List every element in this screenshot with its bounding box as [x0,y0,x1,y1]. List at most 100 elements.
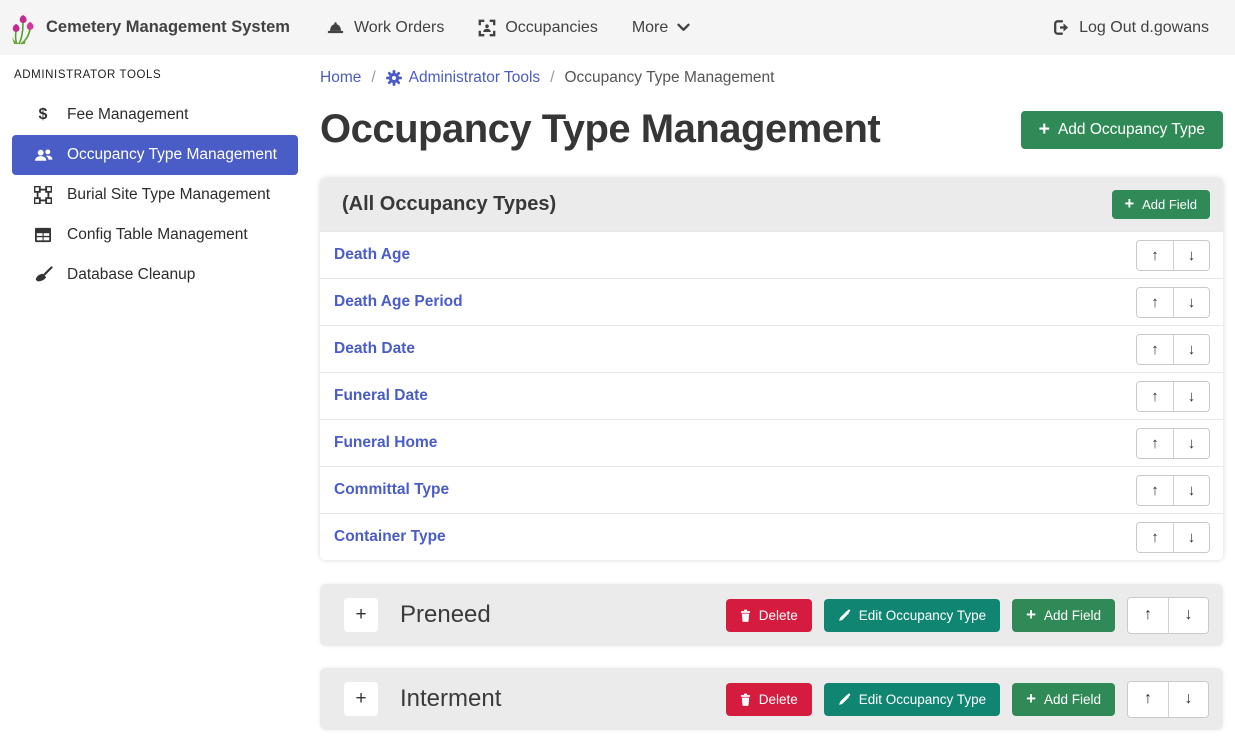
field-row: Death Age ↑ ↓ [320,231,1223,278]
reorder-button-group: ↑ ↓ [1136,334,1210,365]
all-occupancy-types-title: (All Occupancy Types) [342,193,556,216]
plus-icon: + [1026,692,1036,706]
delete-button[interactable]: Delete [726,683,812,716]
nav-occupancies[interactable]: Occupancies [478,19,598,37]
breadcrumb-separator: / [371,69,375,87]
field-link-funeral-date[interactable]: Funeral Date [334,387,428,405]
nav-more[interactable]: More [632,19,690,37]
logout-button[interactable]: Log Out d.gowans [1051,18,1209,37]
field-row: Committal Type ↑ ↓ [320,466,1223,513]
occupancy-type-section-preneed: + Preneed Delete [320,584,1223,646]
reorder-button-group: ↑ ↓ [1127,597,1209,634]
sidebar-item-label: Database Cleanup [67,266,195,284]
add-field-button[interactable]: + Add Field [1112,190,1210,219]
breadcrumb-admin-tools-label: Administrator Tools [409,69,541,87]
sidebar: ADMINISTRATOR TOOLS $ Fee Management Occ… [0,55,310,738]
move-down-button[interactable]: ↓ [1173,288,1209,317]
reorder-button-group: ↑ ↓ [1136,287,1210,318]
move-up-button[interactable]: ↑ [1128,682,1168,717]
reorder-button-group: ↑ ↓ [1136,522,1210,553]
field-link-death-age-period[interactable]: Death Age Period [334,293,463,311]
gear-icon [386,70,402,86]
move-up-button[interactable]: ↑ [1137,382,1173,411]
sidebar-item-config-table-management[interactable]: Config Table Management [12,215,298,255]
nav-work-orders[interactable]: Work Orders [326,19,444,37]
trash-icon [740,693,751,706]
move-down-button[interactable]: ↓ [1173,476,1209,505]
sidebar-item-database-cleanup[interactable]: Database Cleanup [12,255,298,295]
add-field-button[interactable]: + Add Field [1012,683,1115,716]
field-link-funeral-home[interactable]: Funeral Home [334,434,437,452]
move-up-button[interactable]: ↑ [1137,335,1173,364]
field-row: Funeral Date ↑ ↓ [320,372,1223,419]
add-occupancy-type-button[interactable]: + Add Occupancy Type [1021,111,1223,149]
move-up-button[interactable]: ↑ [1137,429,1173,458]
delete-label: Delete [759,692,798,707]
app-title: Cemetery Management System [46,18,290,37]
users-icon [32,147,54,163]
move-up-button[interactable]: ↑ [1137,241,1173,270]
move-up-button[interactable]: ↑ [1137,288,1173,317]
sidebar-item-label: Burial Site Type Management [67,186,270,204]
sidebar-item-burial-site-type-management[interactable]: Burial Site Type Management [12,175,298,215]
field-row: Container Type ↑ ↓ [320,513,1223,560]
occupancy-type-section-interment: + Interment Delete [320,668,1223,730]
dollar-icon: $ [32,106,54,124]
move-up-button[interactable]: ↑ [1137,523,1173,552]
edit-occupancy-type-button[interactable]: Edit Occupancy Type [824,599,1000,632]
delete-button[interactable]: Delete [726,599,812,632]
plus-icon: + [1039,122,1050,138]
sidebar-item-label: Config Table Management [67,226,248,244]
expand-button[interactable]: + [344,682,378,716]
move-down-button[interactable]: ↓ [1173,382,1209,411]
move-down-button[interactable]: ↓ [1173,335,1209,364]
sidebar-item-fee-management[interactable]: $ Fee Management [12,95,298,135]
main-content: Home / Administrator To [310,55,1235,738]
field-link-death-date[interactable]: Death Date [334,340,415,358]
table-icon [32,227,54,243]
field-link-death-age[interactable]: Death Age [334,246,410,264]
move-down-button[interactable]: ↓ [1173,429,1209,458]
field-link-committal-type[interactable]: Committal Type [334,481,449,499]
expand-button[interactable]: + [344,598,378,632]
chevron-down-icon [677,23,690,32]
reorder-button-group: ↑ ↓ [1127,681,1209,718]
nav-work-orders-label: Work Orders [354,19,444,37]
breadcrumb-home-link[interactable]: Home [320,69,361,87]
delete-label: Delete [759,608,798,623]
app-brand[interactable]: Cemetery Management System [10,11,290,45]
all-occupancy-types-card: (All Occupancy Types) + Add Field Death … [320,178,1223,560]
all-occupancy-types-header: (All Occupancy Types) + Add Field [320,178,1223,231]
breadcrumb-current: Occupancy Type Management [565,69,775,87]
edit-occupancy-type-label: Edit Occupancy Type [859,608,986,623]
add-field-button[interactable]: + Add Field [1012,599,1115,632]
edit-occupancy-type-button[interactable]: Edit Occupancy Type [824,683,1000,716]
breadcrumb-separator: / [550,69,554,87]
sidebar-item-occupancy-type-management[interactable]: Occupancy Type Management [12,135,298,175]
nav-occupancies-label: Occupancies [505,19,598,37]
breadcrumb-admin-tools-link[interactable]: Administrator Tools [386,69,541,87]
section-title: Interment [400,685,501,713]
reorder-button-group: ↑ ↓ [1136,240,1210,271]
add-field-label: Add Field [1142,197,1197,212]
move-up-button[interactable]: ↑ [1128,598,1168,633]
move-down-button[interactable]: ↓ [1168,598,1208,633]
trash-icon [740,609,751,622]
move-down-button[interactable]: ↓ [1168,682,1208,717]
add-field-label: Add Field [1044,692,1101,707]
move-up-button[interactable]: ↑ [1137,476,1173,505]
pencil-icon [838,609,851,622]
field-row: Death Age Period ↑ ↓ [320,278,1223,325]
sidebar-header: ADMINISTRATOR TOOLS [14,69,298,81]
occupancy-frame-icon [478,19,496,37]
plus-icon: + [1125,198,1135,211]
sign-out-icon [1051,18,1070,37]
sidebar-item-label: Occupancy Type Management [67,146,277,164]
move-down-button[interactable]: ↓ [1173,241,1209,270]
reorder-button-group: ↑ ↓ [1136,475,1210,506]
tulips-logo-icon [10,11,36,45]
field-link-container-type[interactable]: Container Type [334,528,446,546]
field-row: Death Date ↑ ↓ [320,325,1223,372]
edit-occupancy-type-label: Edit Occupancy Type [859,692,986,707]
move-down-button[interactable]: ↓ [1173,523,1209,552]
